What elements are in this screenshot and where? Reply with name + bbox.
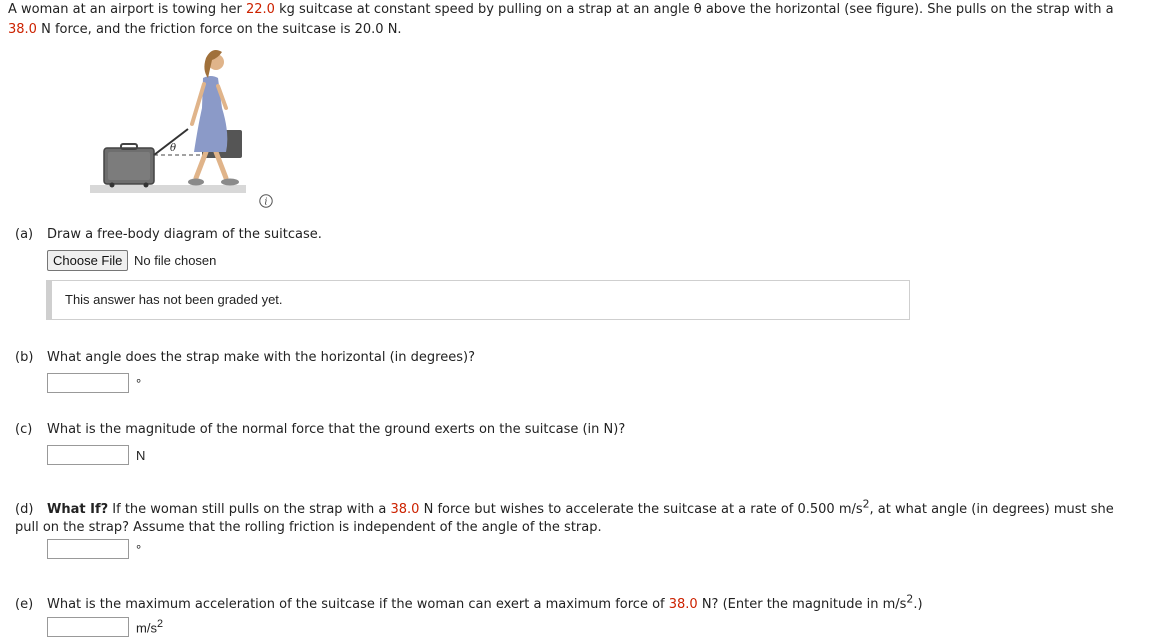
woman-towing-suitcase-figure: θ bbox=[88, 44, 248, 194]
answer-d-input[interactable] bbox=[47, 539, 129, 559]
question-b-label: (b) bbox=[15, 350, 34, 365]
question-c-text: What is the magnitude of the normal forc… bbox=[47, 422, 626, 437]
file-upload: Choose File No file chosen bbox=[47, 250, 216, 271]
answer-c-unit: N bbox=[136, 447, 146, 463]
graded-note: This answer has not been graded yet. bbox=[46, 280, 910, 320]
answer-c: N bbox=[47, 445, 145, 465]
intro-text-3: N force, and the friction force on the s… bbox=[36, 22, 402, 37]
intro-text-2: kg suitcase at constant speed by pulling… bbox=[274, 2, 1114, 17]
answer-d: ° bbox=[47, 539, 141, 559]
question-d-sup: 2 bbox=[862, 498, 870, 511]
question-e-text-3: .) bbox=[913, 597, 923, 613]
choose-file-button[interactable]: Choose File bbox=[47, 250, 129, 271]
question-e-text-2: N? (Enter the magnitude in m/s bbox=[697, 597, 907, 613]
theta-label: θ bbox=[170, 143, 176, 154]
question-a: (a) Draw a free-body diagram of the suitc… bbox=[15, 226, 1140, 244]
svg-text:i: i bbox=[265, 198, 268, 208]
answer-e-unit-base: m/s bbox=[136, 620, 157, 636]
question-c-label: (c) bbox=[15, 422, 33, 437]
what-if-label: What If? bbox=[47, 502, 109, 518]
question-e: (e) What is the maximum acceleration of t… bbox=[15, 591, 1140, 614]
answer-e-input[interactable] bbox=[47, 617, 129, 637]
question-a-text: Draw a free-body diagram of the suitcase… bbox=[47, 227, 322, 242]
question-d-label: (d) bbox=[15, 502, 34, 518]
answer-e: m/s2 bbox=[47, 617, 163, 637]
question-d-text-2: N force but wishes to accelerate the sui… bbox=[419, 502, 863, 518]
question-b: (b) What angle does the strap make with t… bbox=[15, 349, 1140, 367]
answer-b: ° bbox=[47, 373, 141, 393]
info-icon[interactable]: i bbox=[259, 194, 273, 208]
mass-value: 22.0 bbox=[246, 2, 275, 17]
answer-d-unit: ° bbox=[136, 541, 142, 557]
question-d: (d) What If? If the woman still pulls on … bbox=[15, 496, 1140, 537]
problem-statement: A woman at an airport is towing her 22.0… bbox=[8, 0, 1138, 40]
question-a-label: (a) bbox=[15, 227, 34, 242]
file-status: No file chosen bbox=[134, 253, 217, 268]
question-e-text-1: What is the maximum acceleration of the … bbox=[47, 597, 669, 613]
question-d-text-1: If the woman still pulls on the strap wi… bbox=[108, 502, 391, 518]
answer-b-unit: ° bbox=[136, 375, 142, 391]
intro-text-1: A woman at an airport is towing her bbox=[8, 2, 246, 17]
question-d-force: 38.0 bbox=[390, 502, 420, 518]
question-e-force: 38.0 bbox=[668, 597, 698, 613]
question-b-text: What angle does the strap make with the … bbox=[47, 350, 475, 365]
answer-e-unit: m/s2 bbox=[136, 618, 163, 635]
answer-b-input[interactable] bbox=[47, 373, 129, 393]
question-e-label: (e) bbox=[15, 597, 34, 613]
force-value: 38.0 bbox=[8, 22, 37, 37]
answer-e-unit-sup: 2 bbox=[156, 618, 163, 631]
question-c: (c) What is the magnitude of the normal f… bbox=[15, 421, 1140, 439]
answer-c-input[interactable] bbox=[47, 445, 129, 465]
